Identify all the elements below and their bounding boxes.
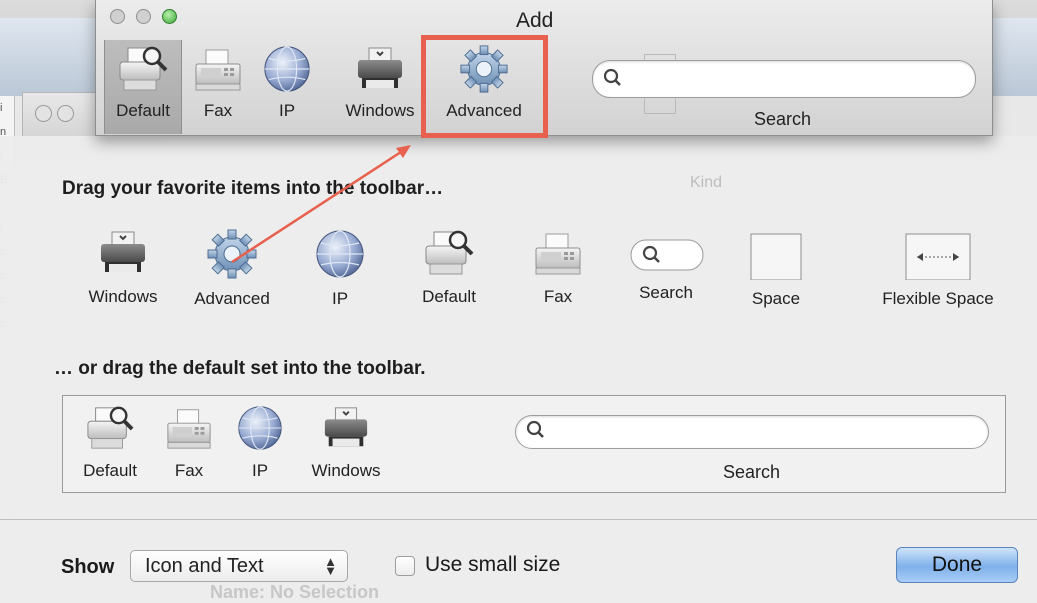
- annotation-arrow: [231, 145, 411, 264]
